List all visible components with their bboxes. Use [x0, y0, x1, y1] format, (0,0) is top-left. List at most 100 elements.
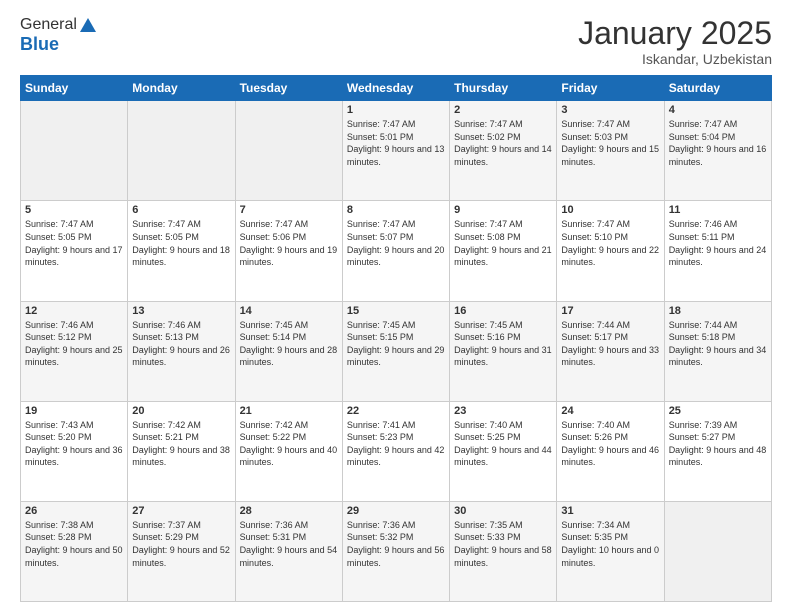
day-info: Sunrise: 7:47 AMSunset: 5:01 PMDaylight:…: [347, 118, 445, 168]
day-info: Sunrise: 7:42 AMSunset: 5:22 PMDaylight:…: [240, 419, 338, 469]
calendar-cell: 30 Sunrise: 7:35 AMSunset: 5:33 PMDayligh…: [450, 501, 557, 601]
logo-general: General: [20, 16, 77, 34]
week-row-2: 5 Sunrise: 7:47 AMSunset: 5:05 PMDaylight…: [21, 201, 772, 301]
day-number: 5: [25, 204, 123, 216]
calendar-cell: 28 Sunrise: 7:36 AMSunset: 5:31 PMDayligh…: [235, 501, 342, 601]
calendar-cell: 13Sunrise: 7:46 AMSunset: 5:13 PMDayligh…: [128, 301, 235, 401]
day-number: 2: [454, 104, 552, 116]
day-info: Sunrise: 7:41 AMSunset: 5:23 PMDaylight:…: [347, 419, 445, 469]
day-number: 6: [132, 204, 230, 216]
day-info: Sunrise: 7:38 AMSunset: 5:28 PMDaylight:…: [25, 519, 123, 569]
day-info: Sunrise: 7:47 AMSunset: 5:02 PMDaylight:…: [454, 118, 552, 168]
calendar-cell: 12 Sunrise: 7:46 AMSunset: 5:12 PMDayligh…: [21, 301, 128, 401]
header-tuesday: Tuesday: [235, 76, 342, 101]
calendar-cell: 8 Sunrise: 7:47 AMSunset: 5:07 PMDaylight…: [342, 201, 449, 301]
day-number: 10: [561, 204, 659, 216]
day-number: 11: [669, 204, 767, 216]
calendar-header-row: Sunday Monday Tuesday Wednesday Thursday…: [21, 76, 772, 101]
logo: General Blue: [20, 16, 97, 55]
calendar-cell: 31 Sunrise: 7:34 AMSunset: 5:35 PMDayligh…: [557, 501, 664, 601]
calendar-cell: [235, 101, 342, 201]
day-number: 17: [561, 305, 659, 317]
day-info: Sunrise: 7:47 AMSunset: 5:03 PMDaylight:…: [561, 118, 659, 168]
day-number: 1: [347, 104, 445, 116]
calendar-table: Sunday Monday Tuesday Wednesday Thursday…: [20, 75, 772, 602]
calendar-cell: 25 Sunrise: 7:39 AMSunset: 5:27 PMDayligh…: [664, 401, 771, 501]
calendar-cell: 6 Sunrise: 7:47 AMSunset: 5:05 PMDaylight…: [128, 201, 235, 301]
day-info: Sunrise: 7:42 AMSunset: 5:21 PMDaylight:…: [132, 419, 230, 469]
calendar-cell: 27Sunrise: 7:37 AMSunset: 5:29 PMDayligh…: [128, 501, 235, 601]
day-number: 16: [454, 305, 552, 317]
day-number: 9: [454, 204, 552, 216]
calendar-cell: 18Sunrise: 7:44 AMSunset: 5:18 PMDayligh…: [664, 301, 771, 401]
page: General Blue January 2025 Iskandar, Uzbe…: [0, 0, 792, 612]
day-info: Sunrise: 7:47 AMSunset: 5:04 PMDaylight:…: [669, 118, 767, 168]
calendar-cell: 5 Sunrise: 7:47 AMSunset: 5:05 PMDaylight…: [21, 201, 128, 301]
day-number: 21: [240, 405, 338, 417]
day-info: Sunrise: 7:47 AMSunset: 5:08 PMDaylight:…: [454, 218, 552, 268]
day-info: Sunrise: 7:47 AMSunset: 5:07 PMDaylight:…: [347, 218, 445, 268]
day-info: Sunrise: 7:45 AMSunset: 5:14 PMDaylight:…: [240, 319, 338, 369]
day-number: 3: [561, 104, 659, 116]
calendar-cell: 23Sunrise: 7:40 AMSunset: 5:25 PMDayligh…: [450, 401, 557, 501]
day-number: 26: [25, 505, 123, 517]
calendar-cell: 4 Sunrise: 7:47 AMSunset: 5:04 PMDaylight…: [664, 101, 771, 201]
calendar-cell: 14 Sunrise: 7:45 AMSunset: 5:14 PMDayligh…: [235, 301, 342, 401]
day-info: Sunrise: 7:47 AMSunset: 5:06 PMDaylight:…: [240, 218, 338, 268]
header-wednesday: Wednesday: [342, 76, 449, 101]
calendar-cell: 10Sunrise: 7:47 AMSunset: 5:10 PMDayligh…: [557, 201, 664, 301]
week-row-4: 19Sunrise: 7:43 AMSunset: 5:20 PMDayligh…: [21, 401, 772, 501]
day-number: 12: [25, 305, 123, 317]
day-info: Sunrise: 7:47 AMSunset: 5:05 PMDaylight:…: [132, 218, 230, 268]
calendar-cell: 17 Sunrise: 7:44 AMSunset: 5:17 PMDayligh…: [557, 301, 664, 401]
day-info: Sunrise: 7:37 AMSunset: 5:29 PMDaylight:…: [132, 519, 230, 569]
day-number: 24: [561, 405, 659, 417]
header-monday: Monday: [128, 76, 235, 101]
calendar-cell: 22 Sunrise: 7:41 AMSunset: 5:23 PMDayligh…: [342, 401, 449, 501]
day-number: 4: [669, 104, 767, 116]
calendar-cell: [128, 101, 235, 201]
day-info: Sunrise: 7:47 AMSunset: 5:05 PMDaylight:…: [25, 218, 123, 268]
calendar-cell: 20Sunrise: 7:42 AMSunset: 5:21 PMDayligh…: [128, 401, 235, 501]
calendar-cell: 9 Sunrise: 7:47 AMSunset: 5:08 PMDaylight…: [450, 201, 557, 301]
calendar-cell: 29Sunrise: 7:36 AMSunset: 5:32 PMDayligh…: [342, 501, 449, 601]
day-info: Sunrise: 7:36 AMSunset: 5:31 PMDaylight:…: [240, 519, 338, 569]
week-row-1: 1 Sunrise: 7:47 AMSunset: 5:01 PMDaylight…: [21, 101, 772, 201]
title-section: January 2025 Iskandar, Uzbekistan: [578, 16, 772, 67]
calendar-cell: 7 Sunrise: 7:47 AMSunset: 5:06 PMDaylight…: [235, 201, 342, 301]
week-row-5: 26 Sunrise: 7:38 AMSunset: 5:28 PMDayligh…: [21, 501, 772, 601]
day-info: Sunrise: 7:39 AMSunset: 5:27 PMDaylight:…: [669, 419, 767, 469]
day-number: 31: [561, 505, 659, 517]
calendar-cell: 1 Sunrise: 7:47 AMSunset: 5:01 PMDaylight…: [342, 101, 449, 201]
month-title: January 2025: [578, 16, 772, 51]
day-number: 14: [240, 305, 338, 317]
logo-blue: Blue: [20, 34, 97, 55]
day-info: Sunrise: 7:44 AMSunset: 5:17 PMDaylight:…: [561, 319, 659, 369]
day-info: Sunrise: 7:46 AMSunset: 5:12 PMDaylight:…: [25, 319, 123, 369]
day-number: 22: [347, 405, 445, 417]
calendar-cell: 15Sunrise: 7:45 AMSunset: 5:15 PMDayligh…: [342, 301, 449, 401]
day-info: Sunrise: 7:40 AMSunset: 5:25 PMDaylight:…: [454, 419, 552, 469]
day-number: 7: [240, 204, 338, 216]
day-info: Sunrise: 7:34 AMSunset: 5:35 PMDaylight:…: [561, 519, 659, 569]
day-info: Sunrise: 7:46 AMSunset: 5:13 PMDaylight:…: [132, 319, 230, 369]
calendar-cell: 2 Sunrise: 7:47 AMSunset: 5:02 PMDaylight…: [450, 101, 557, 201]
calendar-cell: 26 Sunrise: 7:38 AMSunset: 5:28 PMDayligh…: [21, 501, 128, 601]
calendar-cell: 19Sunrise: 7:43 AMSunset: 5:20 PMDayligh…: [21, 401, 128, 501]
day-info: Sunrise: 7:45 AMSunset: 5:16 PMDaylight:…: [454, 319, 552, 369]
week-row-3: 12 Sunrise: 7:46 AMSunset: 5:12 PMDayligh…: [21, 301, 772, 401]
day-info: Sunrise: 7:46 AMSunset: 5:11 PMDaylight:…: [669, 218, 767, 268]
header-saturday: Saturday: [664, 76, 771, 101]
day-number: 8: [347, 204, 445, 216]
calendar-cell: 24Sunrise: 7:40 AMSunset: 5:26 PMDayligh…: [557, 401, 664, 501]
calendar-cell: 21 Sunrise: 7:42 AMSunset: 5:22 PMDayligh…: [235, 401, 342, 501]
day-number: 30: [454, 505, 552, 517]
logo-triangle-icon: [79, 16, 97, 34]
day-number: 25: [669, 405, 767, 417]
calendar-cell: 16 Sunrise: 7:45 AMSunset: 5:16 PMDayligh…: [450, 301, 557, 401]
calendar-cell: [21, 101, 128, 201]
header-sunday: Sunday: [21, 76, 128, 101]
calendar-cell: [664, 501, 771, 601]
day-info: Sunrise: 7:35 AMSunset: 5:33 PMDaylight:…: [454, 519, 552, 569]
day-number: 28: [240, 505, 338, 517]
